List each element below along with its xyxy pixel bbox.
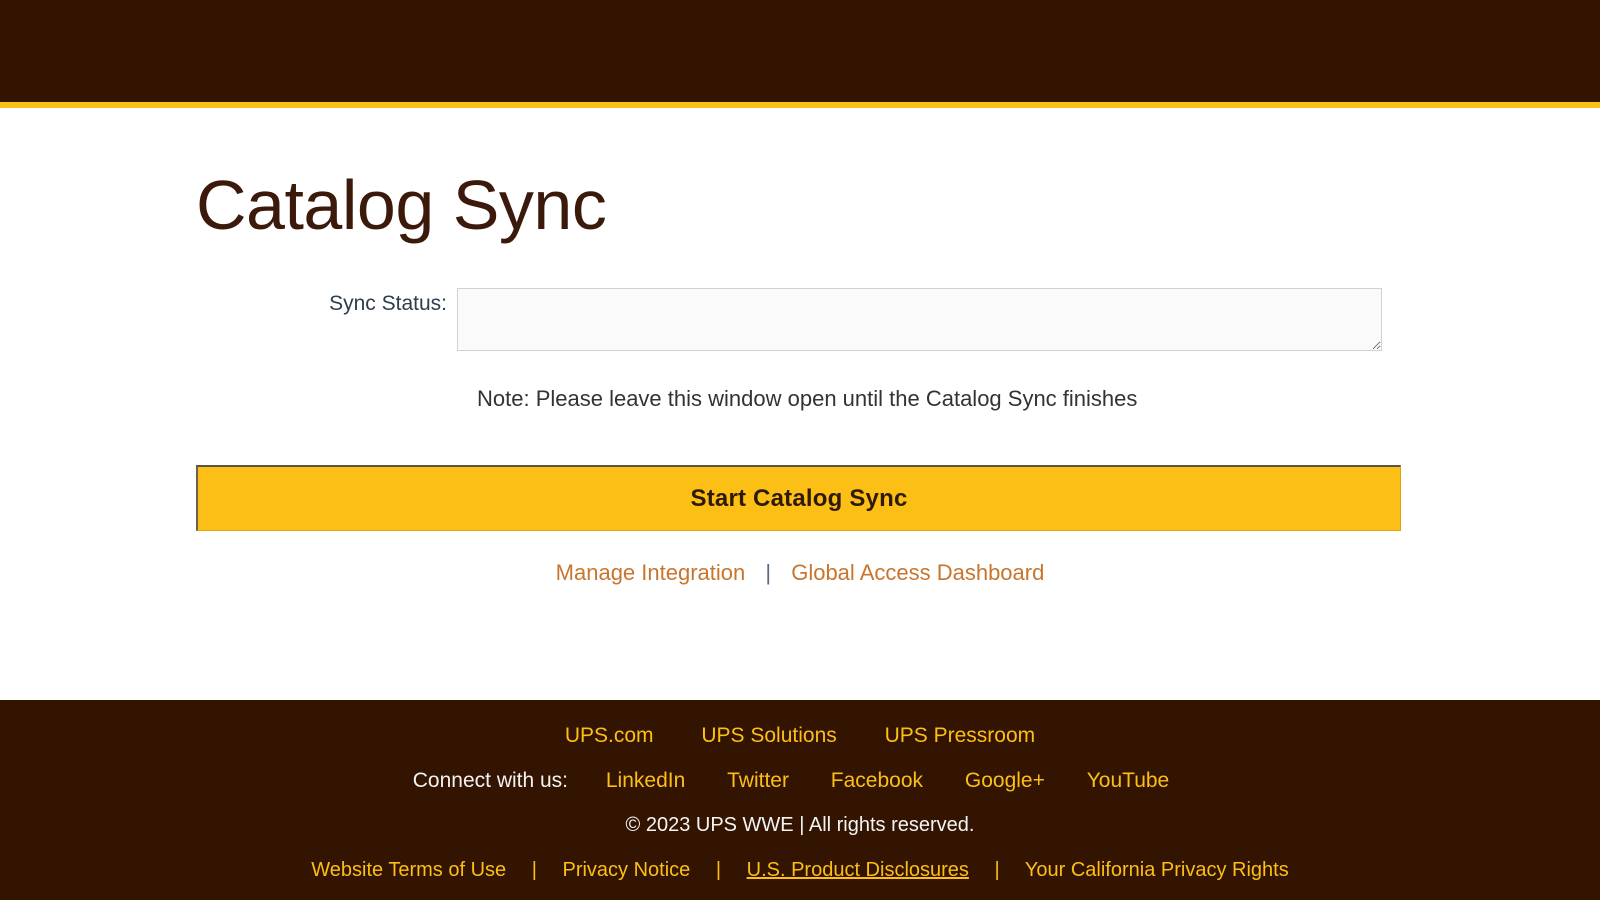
footer-link-ups-pressroom[interactable]: UPS Pressroom [885,724,1036,747]
social-link-linkedin[interactable]: LinkedIn [606,769,685,792]
footer-link-ups-solutions[interactable]: UPS Solutions [701,724,836,747]
social-link-facebook[interactable]: Facebook [831,769,923,792]
social-link-youtube[interactable]: YouTube [1087,769,1170,792]
page-title: Catalog Sync [196,166,607,244]
legal-link-privacy-notice[interactable]: Privacy Notice [562,859,690,881]
sync-status-textarea[interactable] [457,288,1382,351]
sub-links-separator: | [765,560,772,585]
social-link-googleplus[interactable]: Google+ [965,769,1045,792]
footer-link-ups-com[interactable]: UPS.com [565,724,654,747]
legal-separator-3: | [994,859,1000,881]
footer-primary-links: UPS.com UPS Solutions UPS Pressroom [0,724,1600,748]
site-header [0,0,1600,102]
legal-link-your-california-privacy-rights[interactable]: Your California Privacy Rights [1025,859,1289,881]
sync-status-label: Sync Status: [329,292,447,315]
page-root: Catalog Sync Sync Status: Note: Please l… [0,0,1600,900]
footer-copyright: © 2023 UPS WWE | All rights reserved. [625,814,975,836]
legal-link-website-terms-of-use[interactable]: Website Terms of Use [311,859,506,881]
footer-legal-links: Website Terms of Use | Privacy Notice | … [0,859,1600,882]
site-footer: UPS.com UPS Solutions UPS Pressroom Conn… [0,700,1600,900]
manage-integration-link[interactable]: Manage Integration [556,560,746,585]
footer-social-row: Connect with us: LinkedIn Twitter Facebo… [0,769,1600,793]
legal-link-us-product-disclosures[interactable]: U.S. Product Disclosures [747,859,969,881]
sync-note-text: Note: Please leave this window open unti… [477,386,1138,411]
sub-links-row: Manage Integration | Global Access Dashb… [0,560,1600,586]
connect-with-us-label: Connect with us: [412,769,569,792]
social-link-twitter[interactable]: Twitter [727,769,789,792]
main-content: Catalog Sync Sync Status: Note: Please l… [0,108,1600,700]
global-access-dashboard-link[interactable]: Global Access Dashboard [791,560,1044,585]
start-catalog-sync-button[interactable]: Start Catalog Sync [196,465,1401,531]
legal-separator-1: | [531,859,537,881]
sync-status-row: Sync Status: [0,288,1432,351]
legal-separator-2: | [715,859,722,881]
